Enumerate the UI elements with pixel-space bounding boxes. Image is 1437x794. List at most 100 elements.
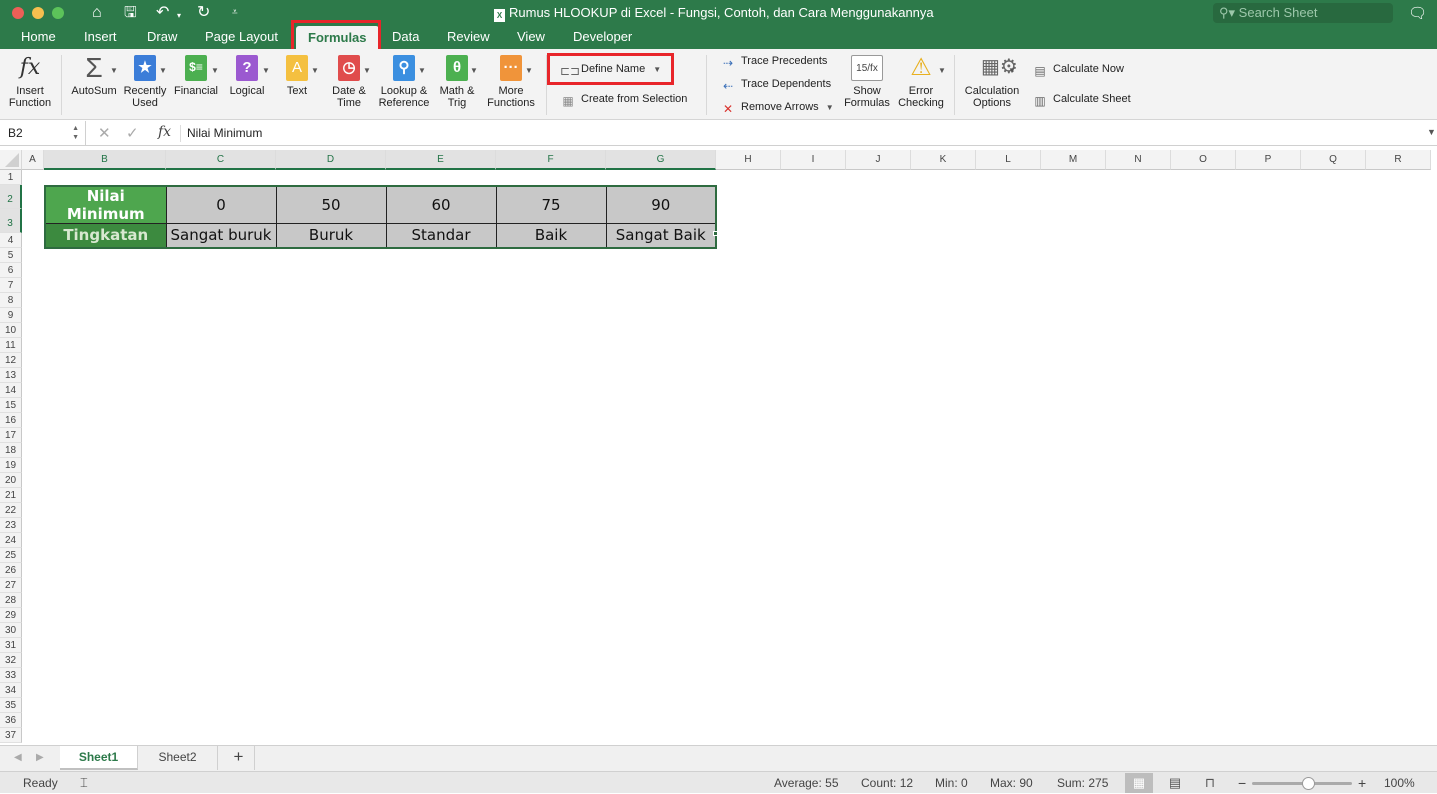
- cell-b3[interactable]: Tingkatan: [44, 223, 167, 248]
- text-button[interactable]: A Text ▼: [277, 55, 319, 97]
- row-header-31[interactable]: 31: [0, 638, 22, 653]
- cell-e3[interactable]: Standar: [385, 223, 497, 248]
- tab-draw[interactable]: Draw: [147, 28, 177, 46]
- row-header-28[interactable]: 28: [0, 593, 22, 608]
- row-header-16[interactable]: 16: [0, 413, 22, 428]
- date-time-button[interactable]: ◷ Date & Time ▼: [327, 55, 371, 109]
- error-checking-button[interactable]: ⚠ Error Checking ▼: [896, 55, 946, 109]
- search-sheet-input[interactable]: ⚲▾ Search Sheet: [1213, 3, 1393, 23]
- page-layout-view-icon[interactable]: ▤: [1161, 773, 1189, 793]
- row-header-33[interactable]: 33: [0, 668, 22, 683]
- customize-toolbar-icon[interactable]: ⩡: [232, 3, 238, 23]
- row-header-2[interactable]: 2: [0, 185, 22, 209]
- lookup-reference-button[interactable]: ⚲ Lookup & Reference ▼: [377, 55, 431, 109]
- next-sheet-icon[interactable]: ▶: [36, 752, 44, 763]
- column-header-n[interactable]: N: [1106, 150, 1171, 170]
- zoom-in-icon[interactable]: +: [1358, 772, 1366, 794]
- define-name-button[interactable]: ⊏⊐Define Name ▼: [560, 62, 661, 78]
- column-header-d[interactable]: D: [276, 150, 386, 170]
- tab-developer[interactable]: Developer: [573, 28, 632, 46]
- macro-record-icon[interactable]: ⌶: [80, 772, 88, 794]
- select-all-button[interactable]: [0, 150, 22, 170]
- enter-check-icon[interactable]: ✓: [126, 124, 139, 142]
- column-header-h[interactable]: H: [716, 150, 781, 170]
- tab-review[interactable]: Review: [447, 28, 490, 46]
- row-header-23[interactable]: 23: [0, 518, 22, 533]
- cell-g2[interactable]: 90: [605, 185, 717, 224]
- row-header-10[interactable]: 10: [0, 323, 22, 338]
- calculate-now-button[interactable]: ▤ Calculate Now: [1032, 62, 1124, 78]
- spreadsheet-grid[interactable]: Nilai Minimum 0 50 60 75 90 Tingkatan Sa…: [0, 150, 1437, 745]
- row-header-9[interactable]: 9: [0, 308, 22, 323]
- name-box[interactable]: B2 ▲ ▼: [0, 121, 86, 146]
- save-icon[interactable]: 🖫: [124, 3, 137, 23]
- row-header-14[interactable]: 14: [0, 383, 22, 398]
- normal-view-icon[interactable]: ▦: [1125, 773, 1153, 793]
- column-header-c[interactable]: C: [166, 150, 276, 170]
- row-header-35[interactable]: 35: [0, 698, 22, 713]
- row-header-32[interactable]: 32: [0, 653, 22, 668]
- cell-b2[interactable]: Nilai Minimum: [44, 185, 167, 224]
- row-header-30[interactable]: 30: [0, 623, 22, 638]
- home-icon[interactable]: ⌂: [92, 3, 102, 23]
- row-header-37[interactable]: 37: [0, 728, 22, 743]
- row-header-29[interactable]: 29: [0, 608, 22, 623]
- row-header-15[interactable]: 15: [0, 398, 22, 413]
- row-header-34[interactable]: 34: [0, 683, 22, 698]
- sheet-tab-sheet2[interactable]: Sheet2: [138, 746, 218, 770]
- row-header-21[interactable]: 21: [0, 488, 22, 503]
- row-header-5[interactable]: 5: [0, 248, 22, 263]
- trace-precedents-button[interactable]: ⇢ Trace Precedents: [720, 54, 827, 70]
- row-header-3[interactable]: 3: [0, 209, 22, 233]
- column-header-e[interactable]: E: [386, 150, 496, 170]
- row-header-6[interactable]: 6: [0, 263, 22, 278]
- minimize-window-button[interactable]: [32, 7, 44, 19]
- row-header-1[interactable]: 1: [0, 170, 22, 185]
- fill-handle[interactable]: [713, 231, 718, 236]
- cell-g3[interactable]: Sangat Baik: [605, 223, 717, 248]
- tab-data[interactable]: Data: [392, 28, 419, 46]
- recently-used-button[interactable]: ★ Recently Used ▼: [121, 55, 169, 109]
- column-header-r[interactable]: R: [1366, 150, 1431, 170]
- row-header-24[interactable]: 24: [0, 533, 22, 548]
- add-sheet-button[interactable]: +: [223, 746, 255, 770]
- undo-dropdown-icon[interactable]: ▾: [177, 6, 181, 26]
- column-header-m[interactable]: M: [1041, 150, 1106, 170]
- create-from-selection-button[interactable]: ▦ Create from Selection: [560, 92, 687, 108]
- cell-d3[interactable]: Buruk: [275, 223, 387, 248]
- cell-e2[interactable]: 60: [385, 185, 497, 224]
- comments-icon[interactable]: 🗨: [1408, 4, 1427, 22]
- column-header-j[interactable]: J: [846, 150, 911, 170]
- financial-button[interactable]: $≡ Financial ▼: [173, 55, 219, 97]
- cancel-icon[interactable]: ✕: [98, 124, 111, 142]
- tab-home[interactable]: Home: [21, 28, 56, 46]
- show-formulas-button[interactable]: 15/fx Show Formulas: [843, 55, 891, 109]
- column-header-i[interactable]: I: [781, 150, 846, 170]
- sheet-tab-sheet1[interactable]: Sheet1: [60, 746, 138, 770]
- insert-function-button[interactable]: fx Insert Function: [6, 55, 54, 109]
- column-header-g[interactable]: G: [606, 150, 716, 170]
- more-functions-button[interactable]: ··· More Functions ▼: [484, 55, 538, 109]
- remove-arrows-button[interactable]: ✕ Remove Arrows ▼: [720, 100, 834, 116]
- math-trig-button[interactable]: θ Math & Trig ▼: [436, 55, 478, 109]
- row-header-8[interactable]: 8: [0, 293, 22, 308]
- row-header-20[interactable]: 20: [0, 473, 22, 488]
- close-window-button[interactable]: [12, 7, 24, 19]
- zoom-out-icon[interactable]: −: [1238, 772, 1246, 794]
- expand-formula-bar-icon[interactable]: ▼: [1427, 127, 1436, 137]
- calculation-options-button[interactable]: ▦⚙ Calculation Options ▼: [962, 55, 1022, 109]
- cell-d2[interactable]: 50: [275, 185, 387, 224]
- trace-dependents-button[interactable]: ⇠ Trace Dependents: [720, 77, 831, 93]
- tab-insert[interactable]: Insert: [84, 28, 117, 46]
- column-header-a[interactable]: A: [22, 150, 44, 170]
- previous-sheet-icon[interactable]: ◀: [14, 752, 22, 763]
- column-header-o[interactable]: O: [1171, 150, 1236, 170]
- column-header-p[interactable]: P: [1236, 150, 1301, 170]
- logical-button[interactable]: ? Logical ▼: [225, 55, 270, 97]
- zoom-slider[interactable]: [1252, 777, 1352, 790]
- tab-view[interactable]: View: [517, 28, 545, 46]
- redo-icon[interactable]: ↻: [197, 3, 210, 23]
- column-header-f[interactable]: F: [496, 150, 606, 170]
- row-header-26[interactable]: 26: [0, 563, 22, 578]
- cell-f3[interactable]: Baik: [495, 223, 607, 248]
